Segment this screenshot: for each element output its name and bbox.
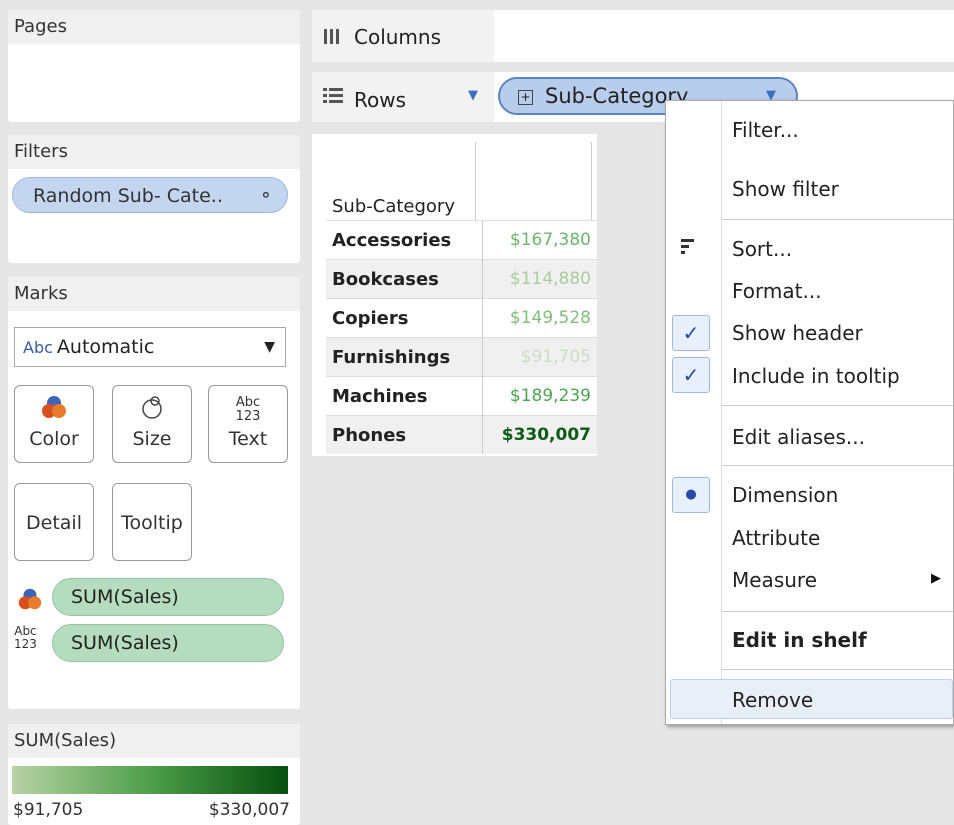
- rows-label: Rows: [354, 88, 407, 112]
- view-table: Sub-Category Accessories $167,380 Bookca…: [312, 134, 597, 456]
- row-name[interactable]: Copiers: [326, 298, 483, 338]
- marks-panel: Marks Abc Automatic ▼ Color Size Abc 123 …: [8, 277, 300, 709]
- legend-gradient: [12, 766, 288, 794]
- text-icon: Abc 123: [235, 395, 261, 424]
- color-label: Color: [29, 428, 79, 450]
- row-value: $189,239: [481, 376, 597, 416]
- mark-type-dropdown[interactable]: Abc Automatic ▼: [14, 327, 286, 367]
- col-divider-header: [475, 142, 476, 220]
- menu-item-dimension[interactable]: Dimension: [732, 483, 838, 507]
- menu-item-measure[interactable]: Measure: [732, 568, 817, 592]
- menu-item-format[interactable]: Format...: [732, 279, 822, 303]
- color-field-icon: [16, 585, 44, 617]
- text-field-icon: Abc 123: [14, 624, 37, 651]
- size-label: Size: [132, 428, 172, 450]
- row-name[interactable]: Furnishings: [326, 337, 483, 377]
- menu-item-sort[interactable]: Sort...: [732, 237, 792, 261]
- menu-item-show-header[interactable]: Show header: [732, 321, 863, 345]
- columns-label: Columns: [354, 25, 442, 49]
- text-mark-icon: Abc: [23, 338, 53, 357]
- check-icon: ✓: [672, 357, 710, 393]
- row-value: $114,880: [481, 259, 597, 299]
- columns-drop-area[interactable]: [494, 10, 954, 62]
- menu-item-show-filter[interactable]: Show filter: [732, 177, 839, 201]
- marks-title: Marks: [8, 277, 300, 311]
- legend-min: $91,705: [13, 800, 84, 820]
- row-name[interactable]: Phones: [326, 415, 483, 454]
- tooltip-label: Tooltip: [121, 512, 183, 534]
- text-label: Text: [228, 428, 268, 450]
- pages-title: Pages: [8, 10, 300, 44]
- text-card[interactable]: Abc 123 Text: [208, 385, 288, 463]
- col-divider-right: [591, 142, 592, 220]
- pages-panel: Pages: [8, 10, 300, 122]
- columns-shelf[interactable]: Columns: [312, 10, 494, 62]
- menu-separator: [722, 669, 953, 670]
- menu-item-include-tooltip[interactable]: Include in tooltip: [732, 364, 900, 388]
- row-value: $167,380: [481, 220, 597, 260]
- submenu-arrow-icon: ▶: [931, 571, 941, 586]
- menu-item-attribute[interactable]: Attribute: [732, 526, 820, 550]
- radio-dot-icon: ●: [672, 477, 710, 513]
- sales-table: Accessories $167,380 Bookcases $114,880 …: [326, 220, 597, 454]
- context-menu: Filter... Show filter Sort... Format... …: [665, 100, 954, 725]
- legend-title: SUM(Sales): [8, 724, 300, 758]
- filter-link-icon: ⚬: [258, 186, 273, 206]
- table-row: Machines $189,239: [326, 376, 597, 416]
- menu-item-edit-aliases[interactable]: Edit aliases...: [732, 425, 865, 449]
- row-name[interactable]: Machines: [326, 376, 483, 416]
- row-value: $149,528: [481, 298, 597, 338]
- color-sales-pill[interactable]: SUM(Sales): [52, 578, 284, 616]
- menu-separator: [722, 611, 953, 612]
- legend-max: $330,007: [208, 800, 290, 820]
- filters-title: Filters: [8, 135, 300, 169]
- row-value: $91,705: [481, 337, 597, 377]
- menu-separator: [722, 405, 953, 406]
- rows-caret-icon[interactable]: ▼: [468, 88, 478, 103]
- size-card[interactable]: Size: [112, 385, 192, 463]
- row-value: $330,007: [481, 415, 597, 454]
- color-sales-label: SUM(Sales): [71, 586, 179, 608]
- menu-gutter: [721, 101, 722, 724]
- menu-separator: [722, 465, 953, 466]
- menu-item-filter[interactable]: Filter...: [732, 118, 799, 142]
- table-row: Copiers $149,528: [326, 298, 597, 338]
- text-sales-label: SUM(Sales): [71, 632, 179, 654]
- rows-icon: [322, 87, 344, 109]
- menu-item-edit-in-shelf[interactable]: Edit in shelf: [732, 628, 867, 652]
- size-icon: [113, 392, 191, 428]
- filter-pill[interactable]: Random Sub- Cate.. ⚬: [12, 177, 288, 213]
- menu-item-remove[interactable]: Remove: [732, 688, 813, 712]
- color-legend: SUM(Sales) $91,705 $330,007: [8, 724, 300, 825]
- columns-icon: [322, 26, 342, 50]
- chevron-down-icon[interactable]: ▼: [264, 328, 275, 366]
- detail-card[interactable]: Detail: [14, 483, 94, 561]
- menu-separator: [722, 219, 953, 220]
- text-sales-pill[interactable]: SUM(Sales): [52, 624, 284, 662]
- rows-shelf[interactable]: Rows ▼: [312, 72, 494, 122]
- table-row: Phones $330,007: [326, 415, 597, 454]
- row-name[interactable]: Bookcases: [326, 259, 483, 299]
- detail-label: Detail: [26, 512, 82, 534]
- color-icon: [15, 392, 93, 428]
- sub-category-header[interactable]: Sub-Category: [332, 196, 455, 217]
- color-card[interactable]: Color: [14, 385, 94, 463]
- expand-icon[interactable]: +: [518, 89, 533, 105]
- filter-pill-label: Random Sub- Cate..: [33, 185, 223, 207]
- table-row: Furnishings $91,705: [326, 337, 597, 377]
- mark-type-value: Automatic: [56, 336, 155, 358]
- row-name[interactable]: Accessories: [326, 220, 483, 260]
- sort-icon: [680, 237, 696, 261]
- check-icon: ✓: [672, 315, 710, 351]
- tooltip-card[interactable]: Tooltip: [112, 483, 192, 561]
- table-row: Accessories $167,380: [326, 220, 597, 260]
- table-row: Bookcases $114,880: [326, 259, 597, 299]
- filters-panel: Filters Random Sub- Cate.. ⚬: [8, 135, 300, 263]
